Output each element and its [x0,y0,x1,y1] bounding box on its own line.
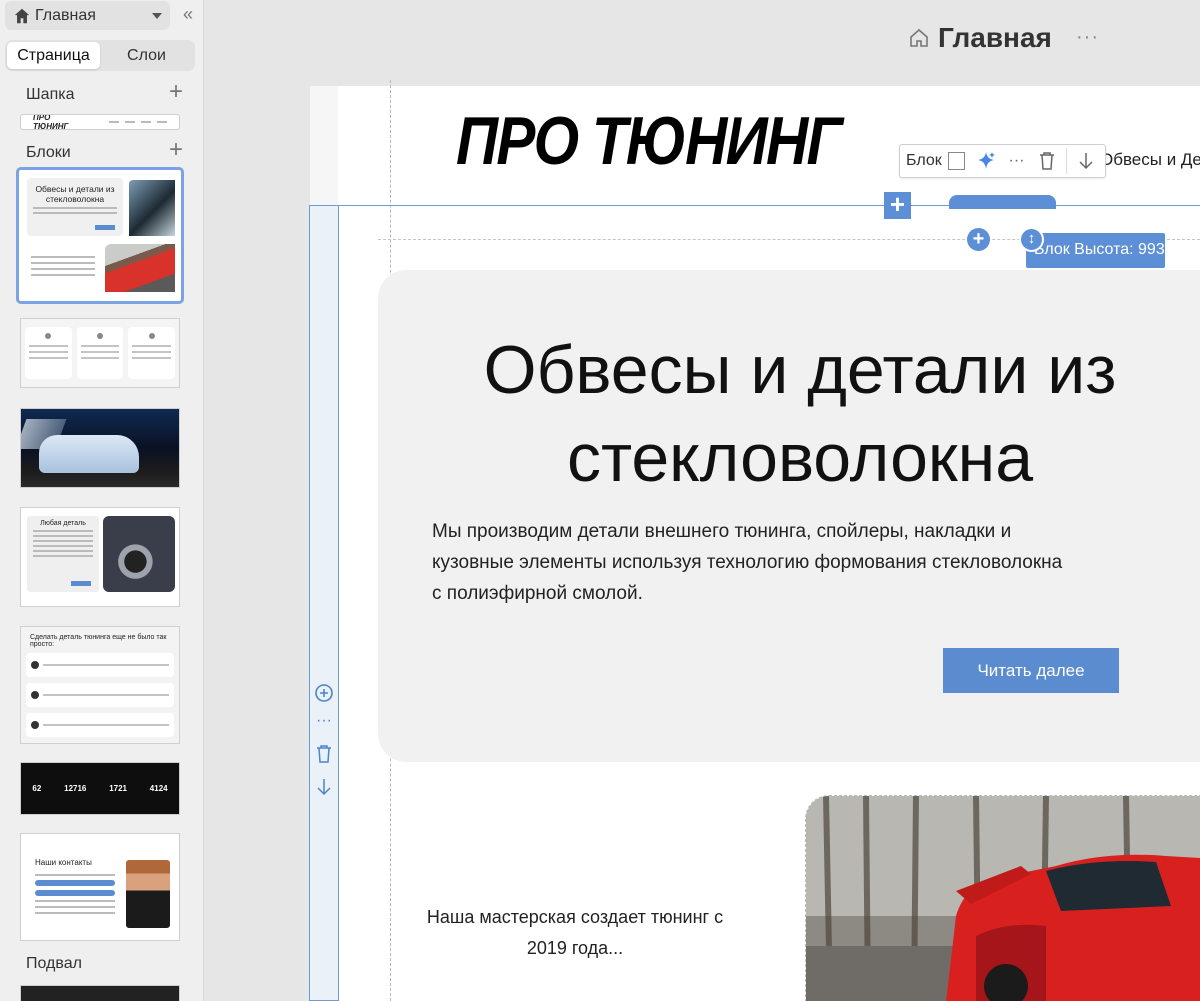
add-block-icon[interactable]: + [884,191,911,219]
thumb-gallery-car [39,435,139,473]
block-selection-outline [310,205,1200,206]
thumb-hero-title: Обвесы и детали из стекловолокна [35,184,115,204]
thumb-contacts-lines [35,874,115,918]
nav-link[interactable]: Обвесы и Детали [1100,150,1200,170]
footer-thumbnail[interactable] [20,985,180,1001]
site-logo[interactable]: ПРО ТЮНИНГ [456,102,842,180]
chevron-down-icon [152,12,162,19]
block-thumbnail-steps[interactable]: Сделать деталь тюнинга еще не было так п… [20,626,180,744]
block-thumbnail-hero[interactable]: Обвесы и детали из стекловолокна [16,167,184,304]
block-thumbnail-gallery[interactable] [20,408,180,488]
sidebar-tabs: Страница Слои [5,40,195,71]
block-thumbnail-contacts[interactable]: Наши контакты [20,833,180,941]
header-thumb-nav [109,121,167,123]
thumb-steps-title: Сделать деталь тюнинга еще не было так п… [30,634,167,648]
block-height-badge: Блок Высота: 993px [1026,233,1182,268]
thumb-any-part-title: Любая деталь [40,520,86,527]
thumb-wheel-image [103,516,175,592]
read-more-button[interactable]: Читать далее [943,648,1119,693]
car-image[interactable] [805,795,1200,1001]
add-circle-icon[interactable] [314,683,334,703]
thumb-any-part-card: Любая деталь [27,516,99,592]
trash-icon[interactable] [1036,150,1057,172]
block-toolbar-label: Блок [906,152,942,169]
page-title-text: Главная [938,22,1052,53]
resize-icon[interactable]: ↕ [1019,227,1044,252]
tab-layers[interactable]: Слои [100,42,193,69]
collapse-sidebar-icon[interactable]: « [178,5,198,25]
page-select-label: Главная [35,6,96,24]
block-handle[interactable] [949,195,1056,209]
block-thumbnail-features[interactable] [20,318,180,388]
thumb-stat: 62 [32,784,42,793]
thumb-hero-card: Обвесы и детали из стекловолокна [27,178,123,236]
arrow-down-icon[interactable] [1075,150,1096,172]
thumb-stat: 4124 [149,784,168,793]
home-outline-icon [910,28,928,47]
block-thumbnail-stats[interactable]: 62 12716 1721 4124 [20,762,180,815]
page-select[interactable]: Главная [5,1,170,30]
block-selection-rail [309,205,339,1001]
home-icon [14,8,30,23]
thumb-car-image [105,244,175,292]
header-thumb-logo: ПРО ТЮНИНГ [33,114,69,130]
thumb-stat: 1721 [109,784,127,793]
arrow-down-icon[interactable] [314,777,334,797]
block-style-icon[interactable] [947,152,966,170]
hero-text[interactable]: Мы производим детали внешнего тюнинга, с… [432,516,1072,609]
add-element-icon[interactable]: + [967,228,990,251]
sparkle-icon[interactable] [975,150,997,172]
block-toolbar: Блок ··· [899,144,1106,178]
thumb-contact-photo [126,860,170,928]
thumb-stat: 12716 [64,784,87,793]
thumb-contacts-title: Наши контакты [35,858,92,867]
block-thumbnail-any-part[interactable]: Любая деталь [20,507,180,607]
add-block-plus-icon[interactable]: + [166,138,186,162]
more-icon[interactable]: ··· [1006,150,1027,172]
blocks-section-label: Блоки [26,144,71,161]
header-section-label: Шапка [26,86,75,103]
more-icon[interactable]: ··· [1076,26,1099,49]
tab-page[interactable]: Страница [7,42,100,69]
toolbar-divider [1066,148,1067,174]
more-icon[interactable]: ··· [314,713,334,734]
add-header-plus-icon[interactable]: + [166,80,186,104]
thumb-hero-image [129,180,175,236]
header-thumbnail[interactable]: ПРО ТЮНИНГ [20,114,180,130]
thumb-hero-text [31,256,95,280]
since-text[interactable]: Наша мастерская создает тюнинг с 2019 го… [408,902,742,964]
page-title: Главная [908,22,1052,54]
sidebar: Главная « Страница Слои Шапка + ПРО ТЮНИ… [0,0,204,1001]
footer-section-label: Подвал [26,955,82,972]
trash-icon[interactable] [314,744,334,764]
hero-title[interactable]: Обвесы и детали из стекловолокна [378,326,1200,502]
